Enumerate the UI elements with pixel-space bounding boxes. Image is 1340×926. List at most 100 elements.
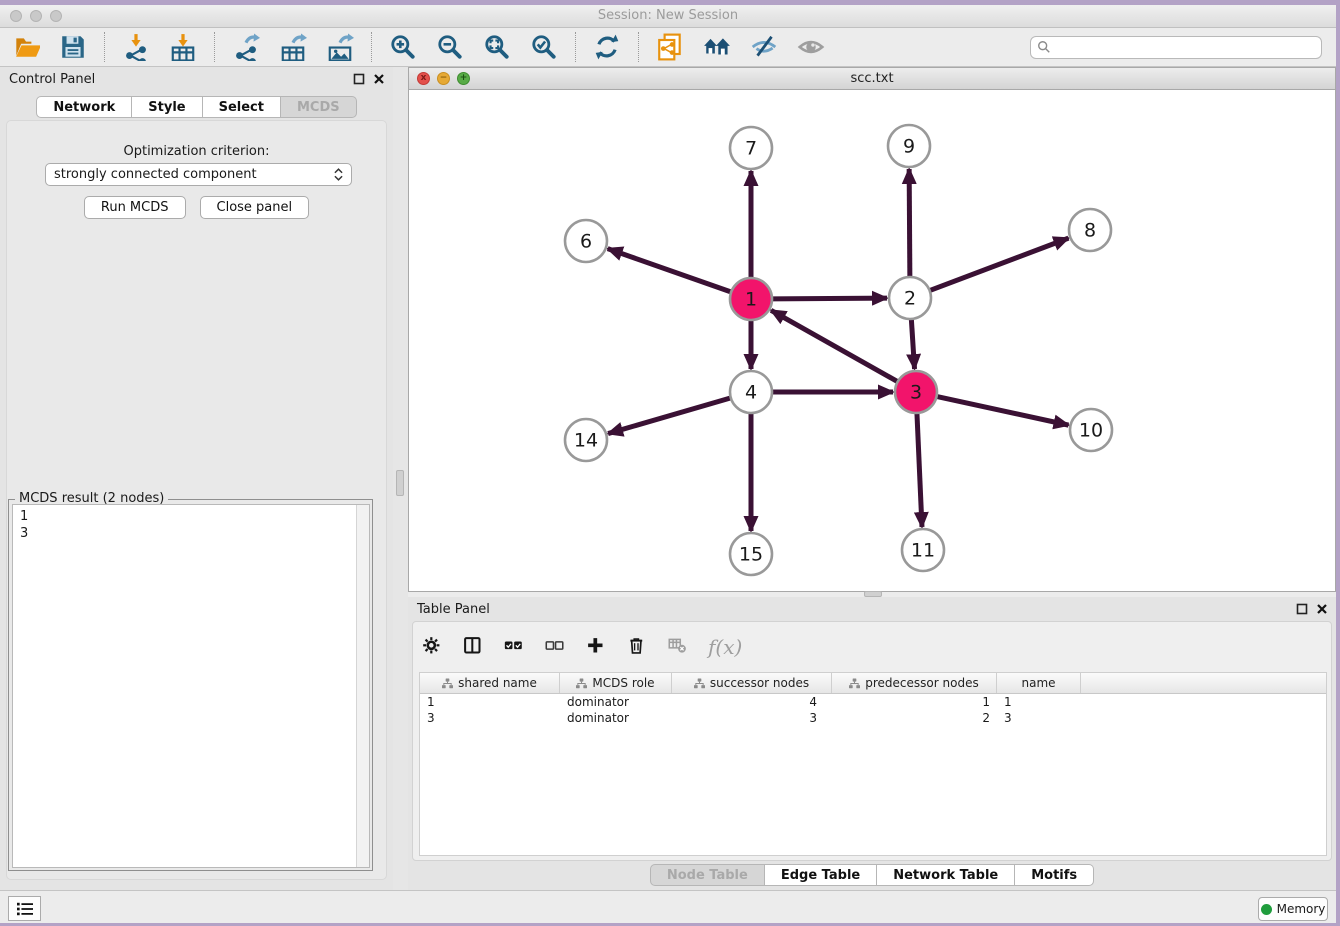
settings-icon[interactable]: [421, 635, 445, 659]
graph-edge-1-2[interactable]: [772, 298, 887, 299]
graph-edge-2-3[interactable]: [911, 319, 914, 369]
table-row[interactable]: 1dominator411: [420, 694, 1326, 710]
splitter-handle[interactable]: [396, 470, 404, 496]
memory-button[interactable]: Memory: [1258, 897, 1328, 921]
graph-edge-2-8[interactable]: [930, 238, 1069, 290]
close-table-panel-icon[interactable]: [1316, 603, 1328, 615]
graph-node-1[interactable]: 1: [730, 278, 772, 320]
tab-node-table[interactable]: Node Table: [650, 864, 765, 886]
result-scrollbar[interactable]: [356, 505, 369, 867]
table-cell[interactable]: 3: [672, 710, 832, 726]
graph-node-label: 10: [1079, 420, 1103, 442]
tab-network-table[interactable]: Network Table: [877, 864, 1015, 886]
graph-edge-3-11[interactable]: [917, 413, 922, 527]
hierarchy-icon: [694, 678, 705, 689]
list-icon: [16, 901, 34, 917]
app-window: Session: New Session Control Panel Netwo…: [0, 5, 1336, 923]
tab-style[interactable]: Style: [132, 96, 202, 118]
vertical-splitter[interactable]: [393, 67, 408, 890]
column-header-MCDS-role[interactable]: MCDS role: [560, 673, 672, 693]
table-cell[interactable]: 4: [672, 694, 832, 710]
graph-node-8[interactable]: 8: [1069, 209, 1111, 251]
graph-edge-4-14[interactable]: [608, 398, 731, 434]
zoom-in-icon[interactable]: [387, 31, 419, 63]
network-canvas[interactable]: 7 9 6 8 1 2 4 3 14 10 15 11: [409, 90, 1335, 591]
tab-edge-table[interactable]: Edge Table: [765, 864, 877, 886]
home-view-icon[interactable]: [701, 31, 733, 63]
chevron-up-down-icon: [334, 168, 343, 181]
dropdown-value: strongly connected component: [54, 167, 257, 182]
function-builder-icon: f(x): [708, 635, 742, 659]
delete-row-icon[interactable]: [626, 635, 650, 659]
search-input[interactable]: [1030, 36, 1322, 59]
run-mcds-button[interactable]: Run MCDS: [84, 196, 186, 219]
column-header-successor-nodes[interactable]: successor nodes: [672, 673, 832, 693]
table-cell[interactable]: 1: [420, 694, 560, 710]
table-cell[interactable]: 3: [997, 710, 1081, 726]
table-panel-title: Table Panel: [417, 602, 490, 617]
graph-edge-3-1[interactable]: [771, 310, 898, 381]
column-header-name[interactable]: name: [997, 673, 1081, 693]
select-all-icon[interactable]: [503, 635, 527, 659]
graph-node-14[interactable]: 14: [565, 419, 607, 461]
node-table[interactable]: shared nameMCDS rolesuccessor nodesprede…: [419, 672, 1327, 856]
graph-edge-1-6[interactable]: [608, 249, 731, 292]
tab-mcds[interactable]: MCDS: [281, 96, 357, 118]
zoom-out-icon[interactable]: [434, 31, 466, 63]
mcds-result-list[interactable]: 13: [12, 504, 370, 868]
graph-edge-3-10[interactable]: [937, 396, 1069, 425]
tab-network[interactable]: Network: [36, 96, 132, 118]
control-panel-header: Control Panel: [0, 67, 393, 93]
search-icon: [1037, 40, 1051, 54]
graph-node-2[interactable]: 2: [889, 277, 931, 319]
hide-eye-icon[interactable]: [748, 31, 780, 63]
graph-node-6[interactable]: 6: [565, 220, 607, 262]
refresh-icon[interactable]: [591, 31, 623, 63]
graph-node-label: 9: [903, 136, 915, 158]
deselect-all-icon[interactable]: [544, 635, 568, 659]
add-row-icon[interactable]: [585, 635, 609, 659]
float-panel-icon[interactable]: [353, 73, 365, 85]
close-panel-button[interactable]: Close panel: [200, 196, 310, 219]
table-row[interactable]: 3dominator323: [420, 710, 1326, 726]
search-field[interactable]: [1055, 40, 1315, 54]
close-panel-icon[interactable]: [373, 73, 385, 85]
split-view-icon[interactable]: [462, 635, 486, 659]
save-session-icon[interactable]: [57, 31, 89, 63]
column-header-predecessor-nodes[interactable]: predecessor nodes: [832, 673, 997, 693]
table-cell[interactable]: 2: [832, 710, 997, 726]
tab-motifs[interactable]: Motifs: [1015, 864, 1094, 886]
graph-node-4[interactable]: 4: [730, 371, 772, 413]
tab-select[interactable]: Select: [203, 96, 281, 118]
graph-node-label: 15: [739, 544, 763, 566]
table-cell[interactable]: 1: [997, 694, 1081, 710]
graph-node-9[interactable]: 9: [888, 125, 930, 167]
zoom-fit-icon[interactable]: [481, 31, 513, 63]
optimization-criterion-select[interactable]: strongly connected component: [45, 163, 352, 186]
memory-status-icon: [1261, 904, 1272, 915]
export-network-icon[interactable]: [230, 31, 262, 63]
graph-node-10[interactable]: 10: [1070, 409, 1112, 451]
graph-node-3[interactable]: 3: [895, 371, 937, 413]
table-cell[interactable]: 1: [832, 694, 997, 710]
column-header-shared-name[interactable]: shared name: [420, 673, 560, 693]
table-cell[interactable]: 3: [420, 710, 560, 726]
graph-node-7[interactable]: 7: [730, 127, 772, 169]
show-eye-icon[interactable]: [795, 31, 827, 63]
table-cell[interactable]: dominator: [560, 694, 672, 710]
toolbar-separator: [104, 32, 105, 62]
import-table-icon[interactable]: [167, 31, 199, 63]
export-table-icon[interactable]: [277, 31, 309, 63]
table-cell[interactable]: dominator: [560, 710, 672, 726]
graph-node-15[interactable]: 15: [730, 533, 772, 575]
network-from-selection-icon[interactable]: [654, 31, 686, 63]
graph-node-label: 1: [745, 289, 757, 311]
import-network-icon[interactable]: [120, 31, 152, 63]
export-image-icon[interactable]: [324, 31, 356, 63]
graph-node-11[interactable]: 11: [902, 529, 944, 571]
zoom-selected-icon[interactable]: [528, 31, 560, 63]
open-session-icon[interactable]: [10, 31, 42, 63]
graph-edge-2-9[interactable]: [909, 169, 910, 277]
float-table-panel-icon[interactable]: [1296, 603, 1308, 615]
task-history-button[interactable]: [8, 896, 41, 921]
